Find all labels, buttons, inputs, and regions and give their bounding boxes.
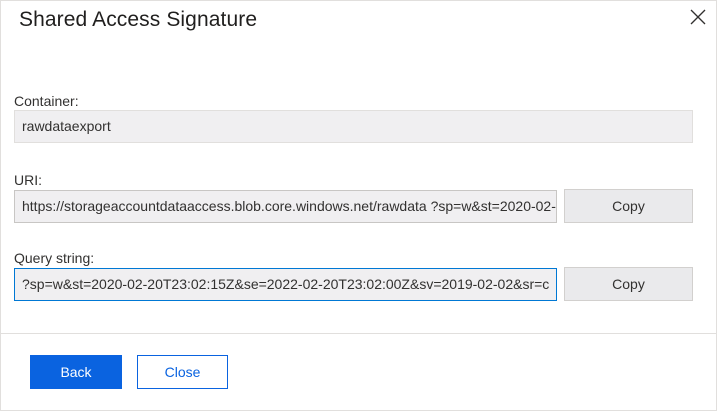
back-button[interactable]: Back: [30, 355, 122, 389]
uri-label: URI:: [14, 172, 42, 188]
container-label: Container:: [14, 93, 79, 109]
query-string-label: Query string:: [14, 250, 95, 266]
copy-query-string-button[interactable]: Copy: [564, 267, 693, 301]
uri-field[interactable]: https://storageaccountdataaccess.blob.co…: [14, 190, 557, 223]
copy-uri-button[interactable]: Copy: [564, 189, 693, 223]
close-button[interactable]: Close: [137, 355, 228, 389]
dialog-title: Shared Access Signature: [19, 8, 258, 31]
close-icon[interactable]: [688, 7, 708, 27]
query-string-field[interactable]: ?sp=w&st=2020-02-20T23:02:15Z&se=2022-02…: [14, 268, 557, 301]
sas-dialog: Shared Access Signature Container: rawda…: [0, 0, 717, 411]
container-field: rawdataexport: [14, 110, 693, 143]
dialog-header: Shared Access Signature: [1, 1, 716, 45]
footer-divider: [1, 333, 716, 334]
